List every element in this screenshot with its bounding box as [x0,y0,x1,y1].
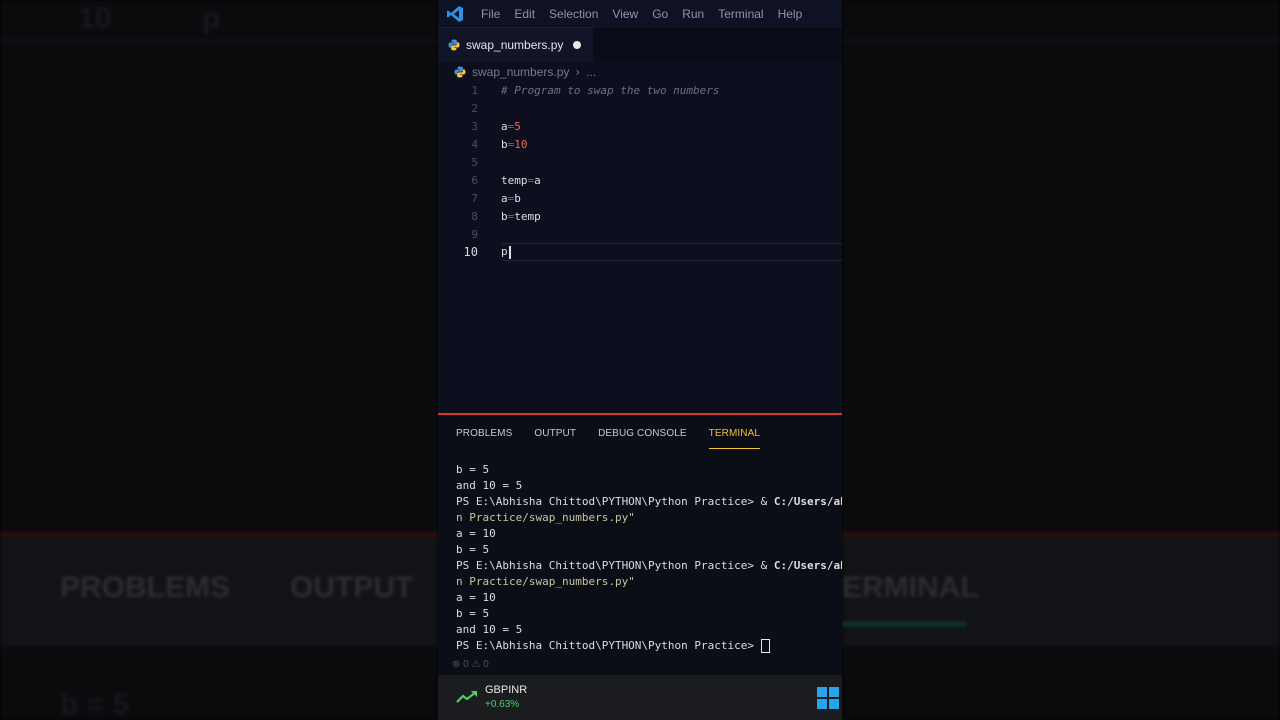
menu-run[interactable]: Run [675,7,711,21]
vscode-window: File Edit Selection View Go Run Terminal… [438,0,842,720]
bg-problems-label: PROBLEMS [60,571,231,604]
bg-output-label: OUTPUT [290,571,414,604]
taskbar: GBPINR +0.63% [438,675,842,720]
vscode-logo-icon [446,5,464,23]
line-number: 10 [463,245,478,259]
code-line: 9 [438,225,842,243]
code-identifier: b [501,209,508,223]
line-number: 3 [471,119,478,133]
chevron-right-icon: › [575,65,581,79]
warning-icon: ⚠ [471,659,481,670]
bg-line-number: 10 [78,2,112,35]
code-line: 6 temp=a [438,171,842,189]
line-number: 4 [471,137,478,151]
code-identifier: b [514,191,521,205]
code-number: 10 [514,137,528,151]
breadcrumb: swap_numbers.py › ... [438,62,842,82]
breadcrumb-more[interactable]: ... [586,65,596,79]
code-identifier: a [501,119,508,133]
code-identifier: a [534,173,541,187]
code-editor[interactable]: 1 # Program to swap the two numbers 2 3 … [438,81,842,415]
stock-trend-icon[interactable] [456,689,478,708]
line-number: 5 [471,155,478,169]
line-number: 1 [471,83,478,97]
terminal-line: PS E:\Abhisha Chittod\PYTHON\Python Prac… [456,494,842,510]
error-icon: ⊗ [452,659,461,670]
menu-file[interactable]: File [474,7,507,21]
code-identifier: temp [501,173,528,187]
tab-output[interactable]: OUTPUT [534,424,576,443]
code-line-current: 10 p [438,243,842,261]
unsaved-dot-icon[interactable] [573,41,582,49]
terminal-prompt: PS E:\Abhisha Chittod\PYTHON\Python Prac… [456,639,761,652]
bg-terminal-label: ERMINAL [842,571,979,604]
bottom-panel: PROBLEMS OUTPUT DEBUG CONSOLE TERMINAL b… [438,413,842,677]
panel-tabs: PROBLEMS OUTPUT DEBUG CONSOLE TERMINAL [438,415,842,451]
tab-label: swap_numbers.py [466,38,564,52]
terminal-prompt: PS E:\Abhisha Chittod\PYTHON\Python Prac… [456,495,774,508]
editor-tab-bar: swap_numbers.py [438,27,842,62]
bg-terminal-text: b = 5 [60,688,130,720]
line-number: 7 [471,191,478,205]
menu-bar: File Edit Selection View Go Run Terminal… [438,0,842,28]
code-line: 4 b=10 [438,135,842,153]
menu-go[interactable]: Go [645,7,675,21]
terminal-command: C:/Users/ab [773,559,842,572]
line-number: 6 [471,173,478,187]
menu-view[interactable]: View [605,7,645,21]
terminal-command: C:/Users/ab [773,495,842,508]
terminal-cursor [760,639,770,653]
terminal-line: b = 5 [456,607,490,620]
terminal-line: b = 5 [456,543,490,556]
tab-problems[interactable]: PROBLEMS [456,424,512,443]
line-number: 2 [471,101,478,115]
menu-edit[interactable]: Edit [507,7,542,21]
breadcrumb-file[interactable]: swap_numbers.py [472,65,569,79]
stock-ticker[interactable]: GBPINR [485,684,527,696]
code-line: 5 [438,153,842,171]
line-number: 8 [471,209,478,223]
code-identifier: b [501,137,508,151]
terminal-line: a = 10 [456,527,496,540]
background-left: 10 p PROBLEMS OUTPUT b = 5 [0,0,438,720]
terminal-line: n Practice/swap_numbers.py" [456,511,635,524]
status-problems[interactable]: ⊗ 0 ⚠ 0 [452,659,489,670]
code-line: 3 a=5 [438,117,842,135]
bg-char: p [202,2,221,35]
terminal-prompt: PS E:\Abhisha Chittod\PYTHON\Python Prac… [456,559,774,572]
line-number: 9 [471,227,478,241]
warning-count: 0 [483,659,489,670]
terminal-line: b = 5 [456,463,490,476]
code-line: 8 b=temp [438,207,842,225]
stock-change: +0.63% [485,699,520,710]
code-line: 2 [438,99,842,117]
terminal-line: a = 10 [456,591,496,604]
terminal-line: PS E:\Abhisha Chittod\PYTHON\Python Prac… [456,638,842,654]
python-file-icon [448,36,460,55]
terminal-output[interactable]: b = 5 and 10 = 5 PS E:\Abhisha Chittod\P… [456,462,842,654]
terminal-line: and 10 = 5 [456,623,523,636]
code-number: 5 [514,119,521,133]
code-line: 1 # Program to swap the two numbers [438,81,842,99]
code-identifier: a [501,191,508,205]
terminal-line: n Practice/swap_numbers.py" [456,575,635,588]
code-line: 7 a=b [438,189,842,207]
code-identifier: temp [514,209,541,223]
code-comment: # Program to swap the two numbers [501,83,720,97]
terminal-line: PS E:\Abhisha Chittod\PYTHON\Python Prac… [456,558,842,574]
error-count: 0 [463,659,469,670]
menu-selection[interactable]: Selection [542,7,605,21]
windows-start-icon[interactable] [817,687,839,709]
tab-debug-console[interactable]: DEBUG CONSOLE [598,424,687,443]
menu-help[interactable]: Help [771,7,810,21]
menu-terminal[interactable]: Terminal [711,7,770,21]
tab-swap-numbers[interactable]: swap_numbers.py [438,27,594,62]
current-line-highlight [502,243,842,261]
tab-terminal[interactable]: TERMINAL [708,424,761,449]
background-right: ERMINAL [842,0,1280,720]
python-file-icon [454,63,466,82]
terminal-line: and 10 = 5 [456,479,523,492]
